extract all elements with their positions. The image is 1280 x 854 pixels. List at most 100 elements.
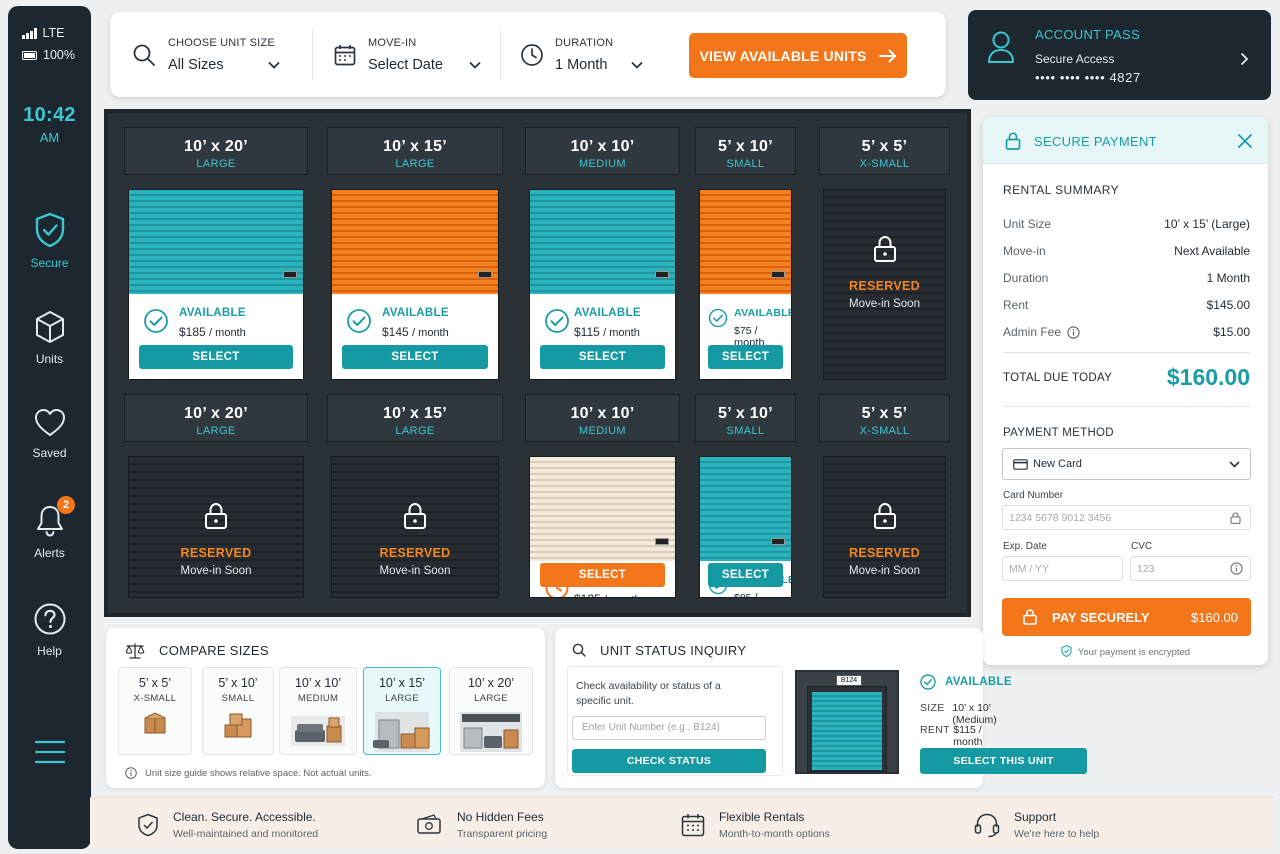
summary-value: $15.00 [1213,325,1250,339]
storage-unit[interactable]: 5’ x 10’ SMALL AVAILABLE $75 / month SEL… [695,127,796,384]
summary-label: Rent [1003,298,1029,312]
select-unit-button[interactable]: SELECT [342,345,488,369]
signal-label: LTE [42,26,65,40]
unit-number-input[interactable]: Enter Unit Number (e.g., B124) [572,716,766,740]
unit-header: 10’ x 10’ MEDIUM [525,127,680,175]
nav-label: Alerts [34,546,65,560]
storage-unit[interactable]: 10’ x 20’ LARGE AVAILABLE $185 / month S… [124,127,308,384]
unit-door: LAST UNIT $125 / month SELECT [529,456,676,598]
storage-unit[interactable]: 5’ x 10’ SMALL AVAILABLE $85 / month SEL… [695,394,796,602]
nav-item-alerts[interactable]: 2 Alerts [8,496,91,560]
price-value: $115 [574,325,600,339]
divider [312,30,313,80]
unit-size: 10’ x 15’ [382,405,448,422]
door-handle [655,538,669,545]
check-circle-icon [708,308,728,328]
unit-header: 10’ x 20’ LARGE [124,394,308,442]
user-icon [988,31,1014,63]
feature-subtitle: We're here to help [1014,828,1100,840]
compare-category: SMALL [221,693,255,704]
calendar-icon [334,44,356,65]
storage-unit[interactable]: 10’ x 10’ MEDIUM AVAILABLE $115 / month … [525,127,680,384]
lock-icon [1230,512,1241,524]
size-label: SIZE [920,702,945,714]
large-furniture-icon [460,712,522,752]
nav-item-units[interactable]: Units [8,310,91,366]
status-area: LTE 100% [8,6,91,66]
cvc-input[interactable]: 123 [1130,556,1251,581]
exp-date-input[interactable]: MM / YY [1002,556,1123,581]
divider [500,30,501,80]
feature-flexible: Flexible Rentals Month-to-month options [681,810,830,840]
select-unit-button[interactable]: SELECT [708,563,783,587]
unit-header: 10’ x 10’ MEDIUM [525,394,680,442]
storage-unit[interactable]: 10’ x 10’ MEDIUM LAST UNIT $125 / month … [525,394,680,602]
money-icon [417,814,441,834]
payment-header: SECURE PAYMENT [983,117,1268,164]
lock-icon [873,235,896,262]
select-unit-button[interactable]: SELECT [139,345,293,369]
account-subtitle: Secure Access [1035,52,1115,66]
feature-title: Flexible Rentals [719,810,805,824]
lock-icon [1005,132,1021,150]
unit-size-filter[interactable]: CHOOSE UNIT SIZE All Sizes [132,12,280,97]
duration-label: DURATION [555,36,614,49]
unit-price: $115 / month [574,325,640,339]
compare-size-card[interactable]: 5’ x 5’ X-SMALL [118,667,192,755]
duration-value: 1 Month [555,56,608,73]
unit-header: 10’ x 15’ LARGE [327,127,503,175]
compare-size: 5’ x 5’ [138,676,172,690]
nav-label: Saved [32,446,67,460]
compare-size-card[interactable]: 10’ x 20’ LARGE [449,667,533,755]
cvc-label: CVC [1131,541,1153,552]
check-status-button[interactable]: CHECK STATUS [572,749,766,773]
unit-shutter [700,190,791,294]
select-unit-button[interactable]: SELECT [540,345,665,369]
exp-date-placeholder: MM / YY [1009,562,1050,575]
summary-row: Duration 1 Month [1003,271,1250,285]
compare-size-card[interactable]: 10’ x 15’ LARGE [363,667,441,755]
pay-securely-button[interactable]: PAY SECURELY $160.00 [1002,598,1251,636]
payment-method-label: PAYMENT METHOD [1003,427,1114,439]
unit-shutter [332,190,498,294]
unit-info: AVAILABLE $85 / month SELECT [700,561,791,597]
compare-size-card[interactable]: 10’ x 10’ MEDIUM [279,667,357,755]
unit-category: X-SMALL [859,158,910,170]
lock-icon [205,502,227,529]
calendar-icon [681,814,705,837]
clock-ampm: AM [39,130,60,145]
close-icon[interactable] [1238,134,1252,148]
unit-size: 5’ x 10’ [718,405,773,422]
move-in-filter[interactable]: MOVE-IN Select Date [334,12,481,97]
storage-unit[interactable]: 10’ x 15’ LARGE AVAILABLE $145 / month S… [327,127,503,384]
select-this-unit-button[interactable]: SELECT THIS UNIT [920,748,1087,774]
duration-filter[interactable]: DURATION 1 Month [520,12,644,97]
menu-button[interactable] [34,740,66,769]
unit-size: 10’ x 15’ [382,138,448,155]
select-unit-button[interactable]: SELECT [708,345,783,369]
account-pass-card[interactable]: ACCOUNT PASS Secure Access •••• •••• •••… [968,10,1271,100]
door-handle [771,538,785,545]
inquiry-status: AVAILABLE [945,676,1012,688]
unit-shutter [700,457,791,561]
select-unit-button[interactable]: SELECT [540,563,665,587]
summary-label: Move-in [1003,244,1046,258]
info-icon[interactable] [1230,562,1243,575]
alerts-badge: 2 [57,496,75,514]
card-number-input[interactable]: 1234 5678 9012 3456 [1002,505,1251,530]
nav-item-secure[interactable]: Secure [8,212,91,270]
view-available-units-button[interactable]: VIEW AVAILABLE UNITS [689,33,907,78]
payment-method-select[interactable]: New Card [1002,448,1251,480]
move-in-value: Select Date [368,56,443,73]
feature-subtitle: Well-maintained and monitored [173,828,319,840]
nav-item-saved[interactable]: Saved [8,408,91,460]
unit-door: AVAILABLE $185 / month SELECT [128,189,304,380]
size-value: 10’ x 10’ (Medium) [952,702,997,726]
unit-info: AVAILABLE $115 / month SELECT [530,294,675,379]
compare-size-card[interactable]: 5’ x 10’ SMALL [202,667,274,755]
divider [1003,352,1250,353]
unit-category: LARGE [196,425,236,437]
hamburger-menu-icon [34,740,66,764]
nav-item-help[interactable]: Help [8,602,91,658]
info-icon[interactable] [1067,325,1080,339]
